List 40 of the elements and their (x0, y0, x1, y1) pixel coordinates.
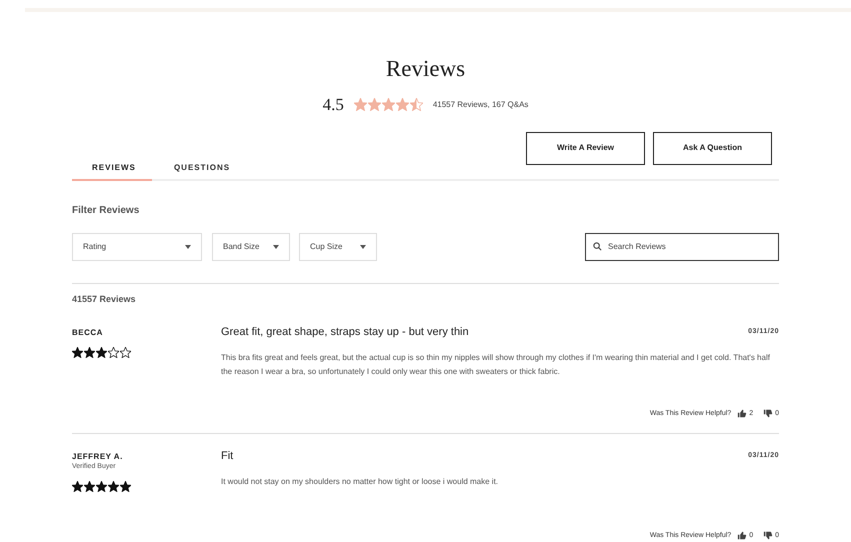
reviewer-name: BECCA (72, 327, 104, 339)
review-count: 41557 Reviews (72, 292, 137, 306)
search-field[interactable]: Search Reviews (585, 232, 779, 260)
thumbs-down-icon (763, 409, 774, 418)
review-title: Fit (221, 449, 234, 464)
thumbs-up-icon (737, 409, 748, 418)
star-icon (72, 347, 83, 358)
action-button[interactable]: Ask A Question (653, 132, 772, 164)
reviewer-name: JEFFREY A. (72, 451, 124, 462)
average-rating: 4.5 (322, 94, 344, 116)
review-counts: 41557 Reviews, 167 Q&As (432, 98, 528, 110)
star-icon (382, 98, 395, 111)
half-star-icon (410, 98, 423, 111)
caret-icon (273, 244, 279, 248)
star-icon (96, 347, 107, 358)
star-icon (108, 481, 119, 492)
star-icon (96, 481, 107, 492)
filter-dropdown[interactable]: Rating (72, 232, 202, 260)
star-icon (84, 347, 95, 358)
review-body: This bra fits great and feels great, but the actual cup is so thin my nipples will show through my clothes if I'm wearing thin material and I get cold. That's half the reason I wear a bra, so unfortunately I could only wear this one with sweaters or thick fabric. (221, 352, 771, 378)
thumbs-down-icon (763, 531, 774, 540)
caret-icon (185, 244, 191, 248)
page-title: Reviews (384, 55, 466, 83)
filter-dropdown[interactable]: Cup Size (299, 232, 377, 260)
thumbs-up-icon (737, 531, 748, 540)
star-icon (84, 481, 95, 492)
tab[interactable]: REVIEWS (72, 152, 152, 180)
filter-dropdown[interactable]: Band Size (212, 232, 290, 260)
filter-heading: Filter Reviews (72, 204, 140, 218)
star-icon (368, 98, 381, 111)
search-icon (593, 242, 602, 250)
action-button[interactable]: Write A Review (526, 132, 645, 164)
review-title: Great fit, great shape, straps stay up - but very thin (221, 325, 469, 340)
review-body: It would not stay on my shoulders no matter how tight or loose i would make it. (221, 476, 500, 488)
tab[interactable]: QUESTIONS (152, 152, 252, 180)
caret-icon (360, 244, 366, 248)
star-icon (354, 98, 367, 111)
star-icon (120, 481, 131, 492)
star-icon (72, 481, 83, 492)
star-icon (396, 98, 409, 111)
